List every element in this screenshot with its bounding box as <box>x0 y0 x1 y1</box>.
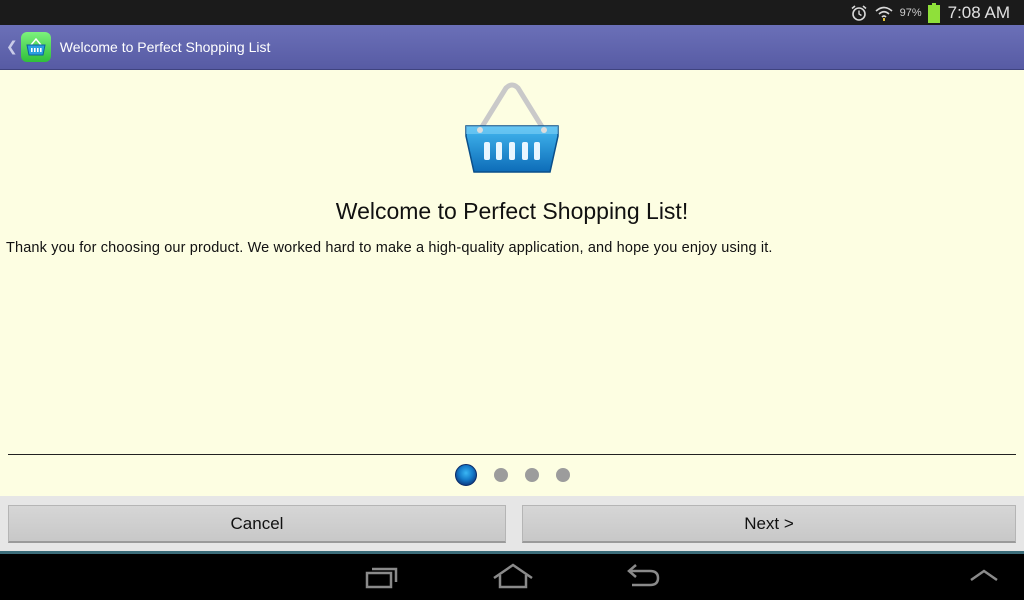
welcome-message: Thank you for choosing our product. We w… <box>6 240 773 256</box>
status-icons: 97% 7:08 AM <box>850 0 1010 25</box>
welcome-heading: Welcome to Perfect Shopping List! <box>335 198 689 224</box>
recent-apps-icon[interactable] <box>364 562 400 592</box>
divider <box>8 454 1016 455</box>
shopping-basket-icon <box>462 82 562 186</box>
page-dot-2[interactable] <box>493 468 508 482</box>
up-navigation-icon[interactable]: ❮ <box>6 39 18 55</box>
next-button[interactable]: Next > <box>522 505 1016 543</box>
action-bar: ❮ Welcome to Perfect Shopping List <box>0 25 1024 70</box>
page-indicator <box>0 464 1024 486</box>
battery-percent: 97% <box>899 6 922 19</box>
back-icon[interactable] <box>624 562 662 592</box>
battery-icon <box>927 2 940 23</box>
welcome-content: Welcome to Perfect Shopping List! Thank … <box>0 70 1024 496</box>
cancel-button[interactable]: Cancel <box>8 505 506 543</box>
page-dot-1[interactable] <box>454 464 477 486</box>
menu-up-icon[interactable] <box>968 566 1000 586</box>
page-dot-3[interactable] <box>524 468 539 482</box>
home-icon[interactable] <box>492 562 534 592</box>
navigation-bar <box>0 554 1024 600</box>
page-dot-4[interactable] <box>555 468 570 482</box>
shopping-basket-icon[interactable] <box>20 32 51 62</box>
wifi-icon <box>874 4 894 22</box>
page-title: Welcome to Perfect Shopping List <box>59 39 271 55</box>
button-bar: Cancel Next > <box>0 496 1024 554</box>
status-bar: 97% 7:08 AM <box>0 0 1024 25</box>
alarm-icon <box>850 4 868 22</box>
clock: 7:08 AM <box>947 2 1010 22</box>
